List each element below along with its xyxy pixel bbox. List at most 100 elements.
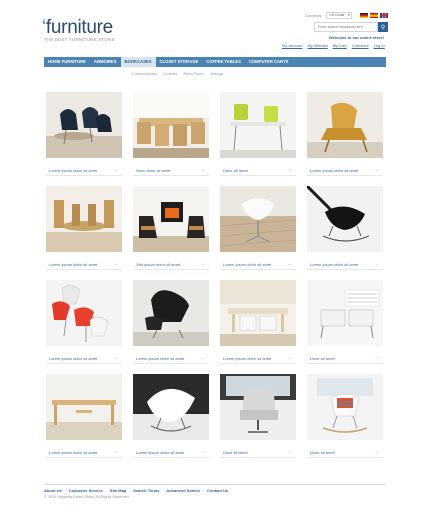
product-image[interactable] [133, 186, 209, 252]
arrow-right-icon[interactable]: → [113, 167, 118, 173]
divider [133, 175, 209, 176]
search-box: ⚲ [314, 22, 388, 32]
product-caption[interactable]: Lorem ipsum dolor sit amet [136, 450, 184, 455]
product-image[interactable] [46, 186, 122, 252]
product-caption[interactable]: Dolor sit amet [310, 450, 335, 455]
footer-links: About Us Customer Service Site Map Searc… [44, 488, 228, 493]
nav-item-closet-storage[interactable]: CLOSET STORAGE [156, 57, 203, 67]
search-button[interactable]: ⚲ [378, 22, 388, 32]
footer-link-advanced-search[interactable]: Advanced Search [166, 488, 200, 493]
flag-uk-icon[interactable] [380, 12, 389, 18]
arrow-right-icon[interactable]: → [113, 261, 118, 267]
footer-link-site-map[interactable]: Site Map [110, 488, 126, 493]
product-caption[interactable]: Lorem ipsum dolor sit amet [49, 356, 97, 361]
divider [220, 457, 296, 458]
arrow-right-icon[interactable]: → [287, 449, 292, 455]
product-card[interactable]: Dolor sit amet → [218, 90, 298, 177]
product-image[interactable] [133, 280, 209, 346]
product-caption[interactable]: Nunc dolor sit amet [136, 168, 170, 173]
product-caption[interactable]: Dolor sit amet [223, 450, 248, 455]
product-caption[interactable]: Dolor sit amet [310, 356, 335, 361]
product-card[interactable]: Lorem ipsum dolor sit amet → [44, 372, 124, 459]
product-card[interactable]: Dolor sit amet → [305, 278, 385, 365]
product-image[interactable] [307, 280, 383, 346]
link-log-in[interactable]: Log In [374, 43, 385, 48]
flag-de-icon[interactable] [360, 12, 369, 18]
product-card[interactable]: Lorem ipsum dolor sit amet → [305, 184, 385, 271]
product-image[interactable] [46, 374, 122, 440]
product-card[interactable]: Lorem ipsum dolor sit amet → [44, 184, 124, 271]
arrow-right-icon[interactable]: → [374, 261, 379, 267]
product-image[interactable] [46, 92, 122, 158]
nav-item-computer-carts[interactable]: COMPUTER CARTS [245, 57, 293, 67]
product-card[interactable]: Lorem ipsum dolor sit amet → [131, 278, 211, 365]
nav-item-armoires[interactable]: ARMOIRES [90, 57, 121, 67]
product-card[interactable]: Sed ipsum dolor sit amet → [131, 184, 211, 271]
subnav-item-retro-deco[interactable]: Retro Deco [183, 71, 203, 76]
product-card[interactable]: Nunc dolor sit amet → [131, 90, 211, 177]
link-my-account[interactable]: My account [282, 43, 302, 48]
arrow-right-icon[interactable]: → [200, 167, 205, 173]
logo[interactable]: ‘furniture [42, 18, 113, 37]
product-caption[interactable]: Lorem ipsum dolor sit amet [310, 262, 358, 267]
product-image[interactable] [133, 92, 209, 158]
arrow-right-icon[interactable]: → [113, 355, 118, 361]
product-image[interactable] [307, 374, 383, 440]
product-caption[interactable]: Lorem ipsum dolor sit amet [310, 168, 358, 173]
link-my-cart[interactable]: My Cart [333, 43, 347, 48]
link-checkout[interactable]: Checkout [352, 43, 369, 48]
subnav-item-contemporary[interactable]: Contemporary [132, 71, 157, 76]
product-card[interactable]: Lorem ipsum dolor sit amet → [131, 372, 211, 459]
product-caption[interactable]: Lorem ipsum dolor sit amet [136, 356, 184, 361]
footer-link-about-us[interactable]: About Us [44, 488, 62, 493]
product-caption[interactable]: Lorem ipsum dolor sit amet [49, 168, 97, 173]
subnav-item-country[interactable]: Country [163, 71, 177, 76]
arrow-right-icon[interactable]: → [287, 167, 292, 173]
search-input[interactable] [314, 22, 378, 32]
product-image[interactable] [220, 280, 296, 346]
footer-link-search-terms[interactable]: Search Terms [133, 488, 159, 493]
product-card[interactable]: Dolor sit amet → [305, 372, 385, 459]
currency-select[interactable]: US Dollar ▼ [326, 11, 353, 19]
subnav-item-vintage[interactable]: Vintage [210, 71, 224, 76]
nav-item-home-furniture[interactable]: HOME FURNITURE [44, 57, 90, 67]
arrow-right-icon[interactable]: → [287, 355, 292, 361]
divider [133, 269, 209, 270]
divider [220, 269, 296, 270]
product-caption[interactable]: Lorem ipsum dolor sit amet [49, 450, 97, 455]
arrow-right-icon[interactable]: → [200, 355, 205, 361]
product-card[interactable]: Lorem ipsum dolor sit amet → [44, 278, 124, 365]
product-caption[interactable]: Lorem ipsum dolor sit amet [223, 262, 271, 267]
product-card[interactable]: Lorem ipsum dolor sit amet → [218, 184, 298, 271]
product-caption[interactable]: Lorem ipsum dolor sit amet [49, 262, 97, 267]
flag-es-icon[interactable] [370, 12, 379, 18]
arrow-right-icon[interactable]: → [374, 449, 379, 455]
product-image[interactable] [220, 92, 296, 158]
product-card[interactable]: Dolor sit amet → [218, 372, 298, 459]
account-links: My account My Wishlist My Cart Checkout … [282, 43, 385, 48]
product-caption[interactable]: Lorem ipsum dolor sit amet [223, 356, 271, 361]
product-card[interactable]: Lorem ipsum dolor sit amet → [305, 90, 385, 177]
footer-link-customer-service[interactable]: Customer Service [69, 488, 103, 493]
arrow-right-icon[interactable]: → [374, 355, 379, 361]
product-image[interactable] [220, 186, 296, 252]
nav-item-bookcases[interactable]: BOOKCASES [120, 57, 156, 67]
arrow-right-icon[interactable]: → [113, 449, 118, 455]
product-image[interactable] [307, 92, 383, 158]
arrow-right-icon[interactable]: → [200, 449, 205, 455]
arrow-right-icon[interactable]: → [200, 261, 205, 267]
nav-item-coffee-tables[interactable]: COFFEE TABLES [202, 57, 245, 67]
footer-link-contact-us[interactable]: Contact Us [207, 488, 228, 493]
arrow-right-icon[interactable]: → [374, 167, 379, 173]
product-image[interactable] [46, 280, 122, 346]
product-image[interactable] [220, 374, 296, 440]
product-caption[interactable]: Sed ipsum dolor sit amet [136, 262, 180, 267]
product-image[interactable] [307, 186, 383, 252]
arrow-right-icon[interactable]: → [287, 261, 292, 267]
product-card[interactable]: Lorem ipsum dolor sit amet → [218, 278, 298, 365]
product-caption[interactable]: Dolor sit amet [223, 168, 248, 173]
product-image[interactable] [133, 374, 209, 440]
divider [220, 175, 296, 176]
product-card[interactable]: Lorem ipsum dolor sit amet → [44, 90, 124, 177]
link-my-wishlist[interactable]: My Wishlist [307, 43, 327, 48]
